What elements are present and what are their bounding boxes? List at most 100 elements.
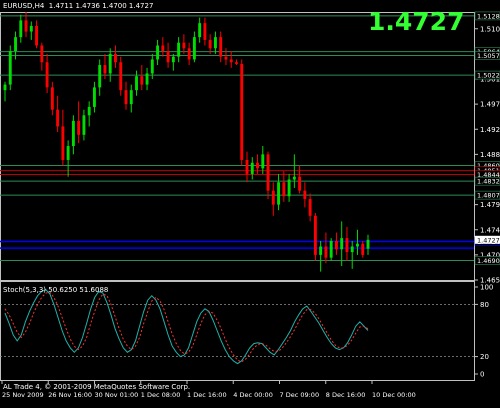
stoch-main-line bbox=[4, 288, 369, 365]
candle-body bbox=[235, 62, 238, 64]
candle-body bbox=[71, 120, 75, 146]
candle-body bbox=[361, 243, 365, 255]
stoch-tick-label: 100 bbox=[480, 284, 493, 292]
ohlc-values: 1.4711 1.4736 1.4700 1.4727 bbox=[48, 2, 154, 10]
candle-body bbox=[334, 240, 338, 250]
y-tick-label: 1.4790 bbox=[480, 201, 500, 209]
candle-body bbox=[19, 20, 23, 38]
candle-body bbox=[77, 120, 81, 135]
candle-body bbox=[329, 240, 333, 258]
candle-body bbox=[187, 48, 191, 60]
stoch-tick-label: 20 bbox=[480, 353, 489, 361]
chart-header: EURUSD,H4 1.4711 1.4736 1.4700 1.4727 bbox=[3, 2, 153, 10]
candle-body bbox=[166, 51, 170, 63]
candle-body bbox=[35, 25, 39, 46]
candle-body bbox=[303, 190, 307, 200]
x-tick-label: 30 Nov 01:00 bbox=[95, 391, 139, 399]
price-level-label: 1.5057 bbox=[477, 52, 500, 60]
candle-body bbox=[213, 37, 217, 49]
candle-body bbox=[229, 59, 233, 63]
bid-price-label: 1.4727 bbox=[477, 236, 500, 244]
x-tick-label: 1 Dec 16:00 bbox=[187, 391, 227, 399]
candle-body bbox=[261, 154, 265, 169]
big-price-display: 1.4727 bbox=[368, 7, 465, 36]
candle-body bbox=[14, 37, 17, 52]
candle-body bbox=[203, 23, 207, 40]
copyright-text: AL Trade 4, © 2001-2009 MetaQuotes Softw… bbox=[3, 383, 191, 391]
y-tick-label: 1.4745 bbox=[480, 226, 500, 234]
candle-body bbox=[271, 190, 275, 205]
price-level-label: 1.4690 bbox=[477, 257, 500, 265]
candle-body bbox=[24, 20, 28, 32]
candle-body bbox=[292, 176, 296, 180]
candle-body bbox=[3, 84, 7, 91]
candle-body bbox=[140, 76, 144, 85]
candle-body bbox=[366, 239, 370, 249]
candle-body bbox=[87, 106, 91, 116]
candle-body bbox=[324, 246, 328, 258]
symbol-timeframe: EURUSD,H4 bbox=[3, 2, 45, 10]
candle-body bbox=[224, 56, 228, 60]
y-tick-label: 1.4880 bbox=[480, 151, 500, 159]
candle-body bbox=[92, 87, 96, 107]
candle-body bbox=[171, 56, 175, 63]
candle-body bbox=[287, 179, 291, 197]
candle-body bbox=[150, 59, 154, 74]
x-tick-label: 1 Dec 08:00 bbox=[141, 391, 181, 399]
candle-body bbox=[124, 90, 128, 105]
candle-body bbox=[40, 45, 44, 63]
candle-body bbox=[240, 63, 244, 160]
candle-body bbox=[182, 42, 186, 49]
y-tick-label: 1.4925 bbox=[480, 126, 500, 134]
candle-body bbox=[198, 23, 202, 38]
x-tick-label: 7 Dec 09:00 bbox=[280, 391, 320, 399]
candle-body bbox=[161, 45, 165, 52]
candle-body bbox=[219, 37, 223, 57]
candle-body bbox=[103, 65, 107, 74]
stoch-tick-label: 80 bbox=[480, 301, 489, 309]
candle-body bbox=[29, 25, 33, 32]
x-tick-label: 25 Nov 2009 bbox=[2, 391, 44, 399]
candle-body bbox=[135, 76, 138, 91]
candle-body bbox=[8, 51, 12, 85]
main-panel-frame bbox=[0, 12, 475, 281]
candle-body bbox=[66, 146, 70, 160]
candle-body bbox=[119, 62, 123, 91]
candle-body bbox=[98, 65, 102, 88]
candle-body bbox=[308, 199, 312, 216]
candle-body bbox=[50, 87, 54, 110]
candle-body bbox=[277, 182, 281, 205]
candle-body bbox=[340, 238, 344, 250]
candle-body bbox=[114, 53, 117, 63]
chart-canvas[interactable]: 1.51051.50601.50151.49701.49251.48801.48… bbox=[0, 0, 500, 404]
candle-body bbox=[256, 162, 259, 169]
candle-body bbox=[245, 159, 249, 174]
candle-body bbox=[108, 53, 112, 74]
candle-body bbox=[345, 238, 349, 253]
candle-body bbox=[61, 126, 65, 160]
x-tick-label: 4 Dec 00:00 bbox=[233, 391, 273, 399]
stoch-tick-label: 0 bbox=[480, 371, 484, 379]
candle-body bbox=[129, 90, 133, 105]
candle-body bbox=[177, 42, 181, 57]
candle-body bbox=[56, 109, 60, 127]
price-level-label: 1.5128 bbox=[477, 12, 500, 20]
candle-body bbox=[266, 154, 270, 191]
price-level-label: 1.4832 bbox=[477, 178, 500, 186]
candle-body bbox=[156, 45, 160, 60]
candle-body bbox=[208, 39, 212, 49]
candle-body bbox=[356, 243, 359, 247]
x-tick-label: 10 Dec 00:00 bbox=[372, 391, 416, 399]
price-level-label: 1.4807 bbox=[477, 192, 500, 200]
candle-body bbox=[82, 115, 86, 135]
x-tick-label: 26 Nov 16:00 bbox=[48, 391, 92, 399]
chart-window: 1.51051.50601.50151.49701.49251.48801.48… bbox=[0, 0, 500, 404]
candle-body bbox=[350, 246, 354, 253]
indicator-label: Stoch(5,3,3) 50.6250 51.6088 bbox=[3, 286, 109, 294]
candle-body bbox=[192, 37, 196, 60]
candle-body bbox=[319, 246, 323, 255]
candle-body bbox=[298, 176, 302, 191]
candle-body bbox=[250, 162, 254, 174]
candle-body bbox=[145, 73, 149, 85]
candle-body bbox=[282, 182, 286, 197]
